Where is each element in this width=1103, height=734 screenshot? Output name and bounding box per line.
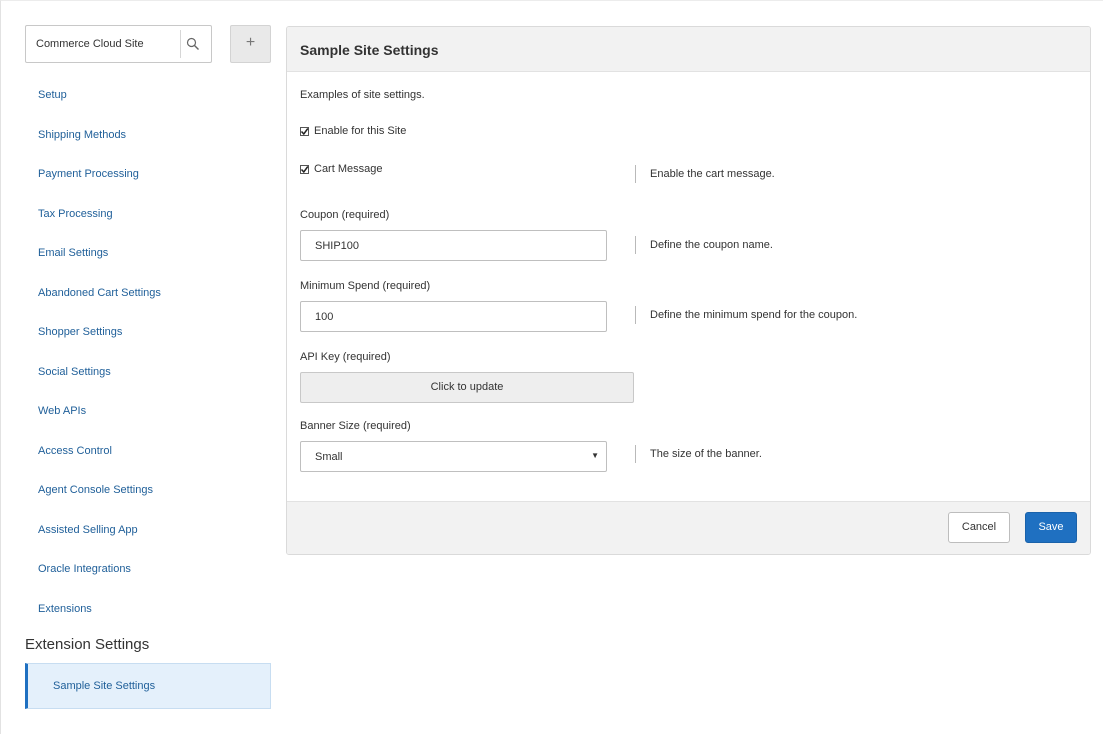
enable-site-checkbox[interactable] xyxy=(300,126,309,136)
cart-message-row: Cart Message xyxy=(300,163,382,175)
site-selector-divider xyxy=(180,30,181,58)
panel-footer: Cancel Save xyxy=(287,501,1090,554)
panel-intro: Examples of site settings. xyxy=(300,89,425,101)
nav-item-extensions[interactable]: Extensions xyxy=(25,594,271,634)
nav-item-access-control[interactable]: Access Control xyxy=(25,436,271,476)
nav-item-tax-processing[interactable]: Tax Processing xyxy=(25,199,271,239)
banner-size-select[interactable]: Small ▼ xyxy=(300,441,607,472)
nav-item-oracle-integrations[interactable]: Oracle Integrations xyxy=(25,554,271,594)
minimum-spend-help: Define the minimum spend for the coupon. xyxy=(635,306,857,324)
minimum-spend-input[interactable] xyxy=(300,301,607,332)
enable-site-label: Enable for this Site xyxy=(314,125,407,137)
nav-item-shipping-methods[interactable]: Shipping Methods xyxy=(25,120,271,160)
add-button[interactable]: + xyxy=(230,25,271,63)
search-icon[interactable] xyxy=(186,37,200,51)
cancel-button[interactable]: Cancel xyxy=(948,512,1010,543)
nav-item-abandoned-cart-settings[interactable]: Abandoned Cart Settings xyxy=(25,278,271,318)
caret-down-icon: ▼ xyxy=(591,451,599,460)
banner-size-help: The size of the banner. xyxy=(635,445,762,463)
panel-header: Sample Site Settings xyxy=(287,27,1090,72)
settings-panel: Sample Site Settings Examples of site se… xyxy=(286,26,1091,555)
cart-message-label: Cart Message xyxy=(314,163,383,175)
cart-message-help: Enable the cart message. xyxy=(635,165,775,183)
site-selector-value: Commerce Cloud Site xyxy=(36,38,144,50)
banner-size-label: Banner Size (required) xyxy=(300,420,411,432)
extension-settings-heading: Extension Settings xyxy=(25,636,150,653)
nav-item-payment-processing[interactable]: Payment Processing xyxy=(25,159,271,199)
nav-item-assisted-selling-app[interactable]: Assisted Selling App xyxy=(25,515,271,555)
nav-item-agent-console-settings[interactable]: Agent Console Settings xyxy=(25,475,271,515)
coupon-help: Define the coupon name. xyxy=(635,236,773,254)
nav-item-sample-site-settings[interactable]: Sample Site Settings xyxy=(25,663,271,709)
save-button[interactable]: Save xyxy=(1025,512,1077,543)
panel-title: Sample Site Settings xyxy=(300,42,439,58)
nav-item-email-settings[interactable]: Email Settings xyxy=(25,238,271,278)
nav-item-web-apis[interactable]: Web APIs xyxy=(25,396,271,436)
coupon-input[interactable] xyxy=(300,230,607,261)
cart-message-checkbox[interactable] xyxy=(300,164,309,174)
nav-item-setup[interactable]: Setup xyxy=(25,80,271,120)
minimum-spend-label: Minimum Spend (required) xyxy=(300,280,431,292)
page: Commerce Cloud Site + Setup Shipping Met… xyxy=(0,0,1103,734)
nav-item-shopper-settings[interactable]: Shopper Settings xyxy=(25,317,271,357)
banner-size-value: Small xyxy=(315,451,343,463)
nav-item-social-settings[interactable]: Social Settings xyxy=(25,357,271,397)
coupon-label: Coupon (required) xyxy=(300,209,390,221)
settings-nav: Setup Shipping Methods Payment Processin… xyxy=(25,80,271,633)
enable-site-row: Enable for this Site xyxy=(300,125,406,137)
api-key-update-button[interactable]: Click to update xyxy=(300,372,634,403)
api-key-label: API Key (required) xyxy=(300,351,391,363)
site-selector[interactable]: Commerce Cloud Site xyxy=(25,25,212,63)
